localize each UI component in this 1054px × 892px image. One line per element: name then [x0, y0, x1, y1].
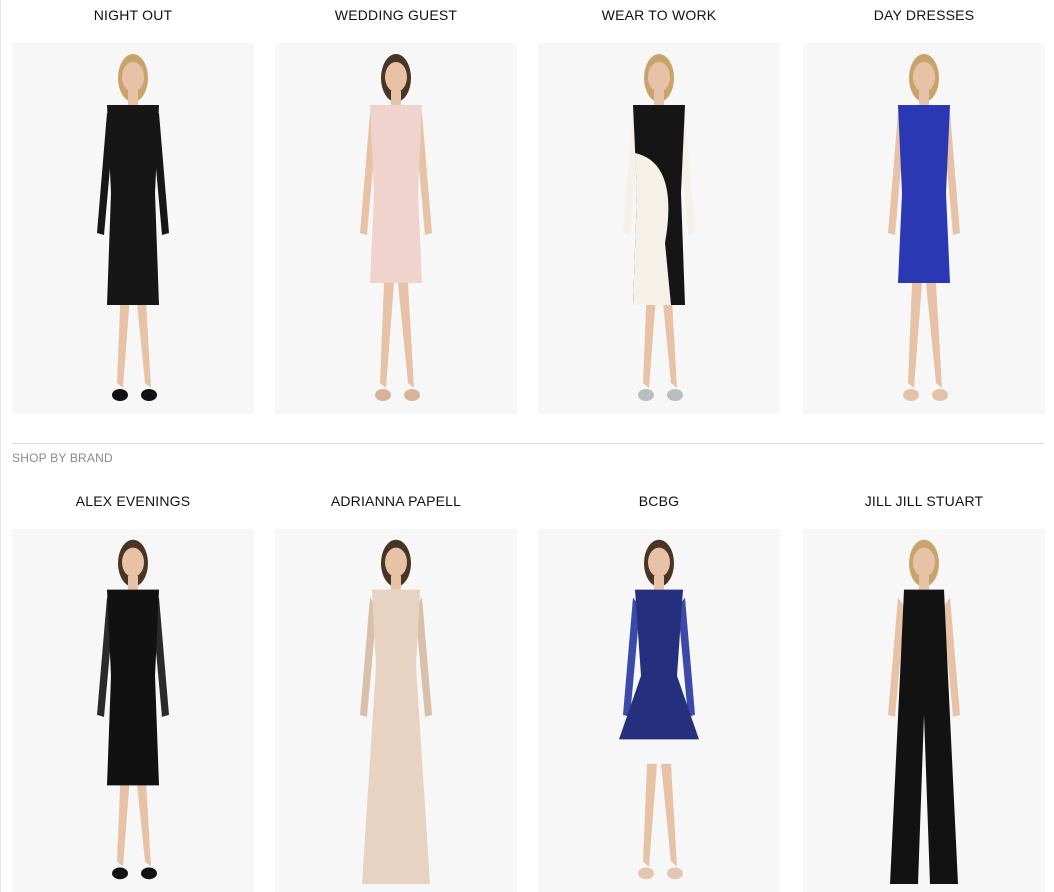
left-leg — [643, 763, 657, 867]
neck — [391, 575, 401, 590]
tile-jill-jill-stuart[interactable]: JILL JILL STUART — [803, 486, 1045, 892]
model-image — [538, 529, 780, 892]
face — [385, 62, 407, 92]
dress — [107, 105, 159, 305]
face — [122, 62, 144, 92]
face — [648, 62, 670, 92]
neck — [391, 91, 401, 105]
neck — [919, 91, 929, 105]
model-image — [275, 529, 517, 892]
tile-alex-evenings[interactable]: ALEX EVENINGS — [12, 486, 254, 892]
tile-adrianna-papell[interactable]: ADRIANNA PAPELL — [275, 486, 517, 892]
model-image — [803, 529, 1045, 892]
model-figure — [623, 54, 695, 401]
model-figure — [888, 54, 960, 401]
tile-label: JILL JILL STUART — [864, 493, 984, 509]
neck — [128, 91, 138, 105]
model-image — [803, 43, 1045, 414]
model-figure — [97, 539, 169, 880]
model-image — [538, 43, 780, 414]
tile-bcbg[interactable]: BCBG — [538, 486, 780, 892]
neck — [128, 575, 138, 590]
model-figure — [619, 539, 699, 880]
tile-wedding-guest[interactable]: WEDDING GUEST — [275, 0, 517, 414]
face — [122, 547, 144, 577]
left-leg — [908, 283, 922, 388]
right-shoe — [667, 389, 683, 401]
left-shoe — [903, 389, 919, 401]
neck — [919, 575, 929, 590]
section-divider — [12, 443, 1044, 444]
section-heading: SHOP BY BRAND — [12, 451, 113, 465]
face — [913, 547, 935, 577]
model-figure — [888, 539, 960, 884]
right-leg — [661, 763, 677, 867]
left-shoe — [638, 389, 654, 401]
left-shoe — [112, 867, 128, 880]
right-leg — [926, 283, 942, 388]
left-leg — [380, 283, 394, 388]
face — [648, 547, 670, 577]
model-image — [12, 43, 254, 414]
model-figure — [360, 539, 432, 884]
dress — [370, 105, 422, 283]
dress — [898, 105, 950, 283]
tile-label: DAY DRESSES — [873, 7, 975, 23]
face — [385, 547, 407, 577]
tile-day-dresses[interactable]: DAY DRESSES — [803, 0, 1045, 414]
left-shoe — [638, 867, 654, 880]
model-figure — [97, 54, 169, 401]
right-shoe — [141, 389, 157, 401]
dress — [107, 589, 159, 786]
model-image — [275, 43, 517, 414]
left-shoe — [112, 389, 128, 401]
neck — [654, 575, 664, 590]
left-shoe — [375, 389, 391, 401]
face — [913, 62, 935, 92]
tile-label: ALEX EVENINGS — [75, 493, 191, 509]
page: NIGHT OUT WEDDING GUEST WEAR TO WORK DAY… — [0, 0, 1054, 892]
right-leg — [398, 283, 414, 388]
tile-label: ADRIANNA PAPELL — [330, 493, 462, 509]
tile-label: WEAR TO WORK — [601, 7, 717, 23]
tile-label: BCBG — [638, 493, 680, 509]
right-shoe — [141, 867, 157, 880]
model-image — [12, 529, 254, 892]
neck — [654, 91, 664, 105]
right-shoe — [932, 389, 948, 401]
tile-wear-to-work[interactable]: WEAR TO WORK — [538, 0, 780, 414]
right-shoe — [667, 867, 683, 880]
tile-night-out[interactable]: NIGHT OUT — [12, 0, 254, 414]
model-figure — [360, 54, 432, 401]
tile-label: NIGHT OUT — [93, 7, 173, 23]
right-shoe — [404, 389, 420, 401]
tile-label: WEDDING GUEST — [334, 7, 458, 23]
